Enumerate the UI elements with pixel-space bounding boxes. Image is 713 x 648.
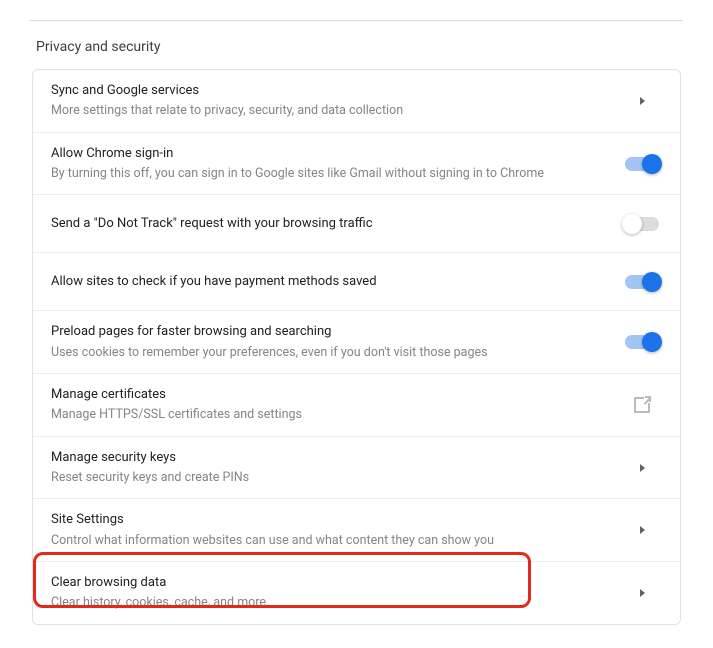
row-title: Clear browsing data (51, 574, 606, 592)
row-desc: Reset security keys and create PINs (51, 469, 606, 487)
toggle-chrome-signin[interactable] (625, 157, 659, 171)
chevron-right-icon (622, 526, 662, 534)
toggle-preload-pages[interactable] (625, 335, 659, 349)
chevron-right-icon (622, 97, 662, 105)
row-do-not-track[interactable]: Send a "Do Not Track" request with your … (33, 195, 680, 253)
section-title: Privacy and security (0, 21, 713, 69)
row-title: Manage certificates (51, 386, 606, 404)
row-payment-methods[interactable]: Allow sites to check if you have payment… (33, 253, 680, 311)
row-desc: Manage HTTPS/SSL certificates and settin… (51, 406, 606, 424)
chevron-right-icon (622, 589, 662, 597)
row-sync-google-services[interactable]: Sync and Google services More settings t… (33, 70, 680, 133)
row-desc: Clear history, cookies, cache, and more (51, 594, 606, 612)
toggle-do-not-track[interactable] (625, 217, 659, 231)
toggle-payment-methods[interactable] (625, 275, 659, 289)
row-clear-browsing-data[interactable]: Clear browsing data Clear history, cooki… (33, 562, 680, 624)
row-title: Site Settings (51, 511, 606, 529)
row-title: Allow Chrome sign-in (51, 145, 606, 163)
row-title: Allow sites to check if you have payment… (51, 269, 606, 295)
privacy-security-card: Sync and Google services More settings t… (32, 69, 681, 625)
row-desc: Uses cookies to remember your preference… (51, 344, 606, 362)
row-desc: By turning this off, you can sign in to … (51, 165, 606, 183)
row-desc: More settings that relate to privacy, se… (51, 102, 606, 120)
row-title: Sync and Google services (51, 82, 606, 100)
row-title: Manage security keys (51, 449, 606, 467)
chevron-right-icon (622, 464, 662, 472)
row-preload-pages[interactable]: Preload pages for faster browsing and se… (33, 311, 680, 374)
row-manage-security-keys[interactable]: Manage security keys Reset security keys… (33, 437, 680, 500)
external-link-icon (622, 397, 662, 413)
row-site-settings[interactable]: Site Settings Control what information w… (33, 499, 680, 562)
row-title: Preload pages for faster browsing and se… (51, 323, 606, 341)
row-allow-chrome-signin[interactable]: Allow Chrome sign-in By turning this off… (33, 133, 680, 196)
row-manage-certificates[interactable]: Manage certificates Manage HTTPS/SSL cer… (33, 374, 680, 437)
row-desc: Control what information websites can us… (51, 532, 606, 550)
row-title: Send a "Do Not Track" request with your … (51, 211, 606, 237)
